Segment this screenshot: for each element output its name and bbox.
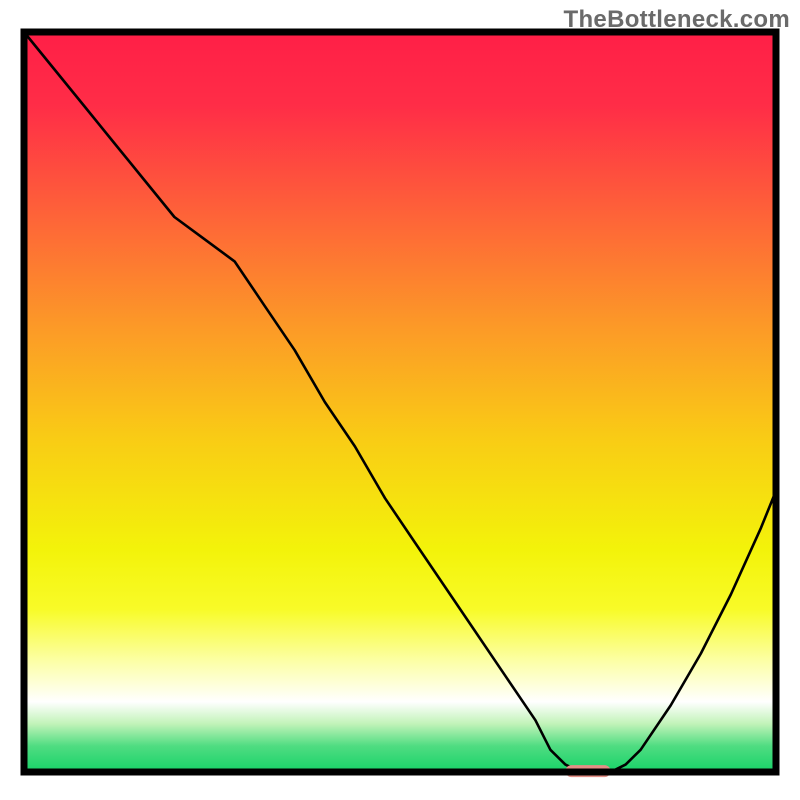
plot-background <box>24 32 776 772</box>
chart-container: TheBottleneck.com <box>0 0 800 800</box>
watermark-label: TheBottleneck.com <box>564 6 790 34</box>
bottleneck-chart <box>0 0 800 800</box>
